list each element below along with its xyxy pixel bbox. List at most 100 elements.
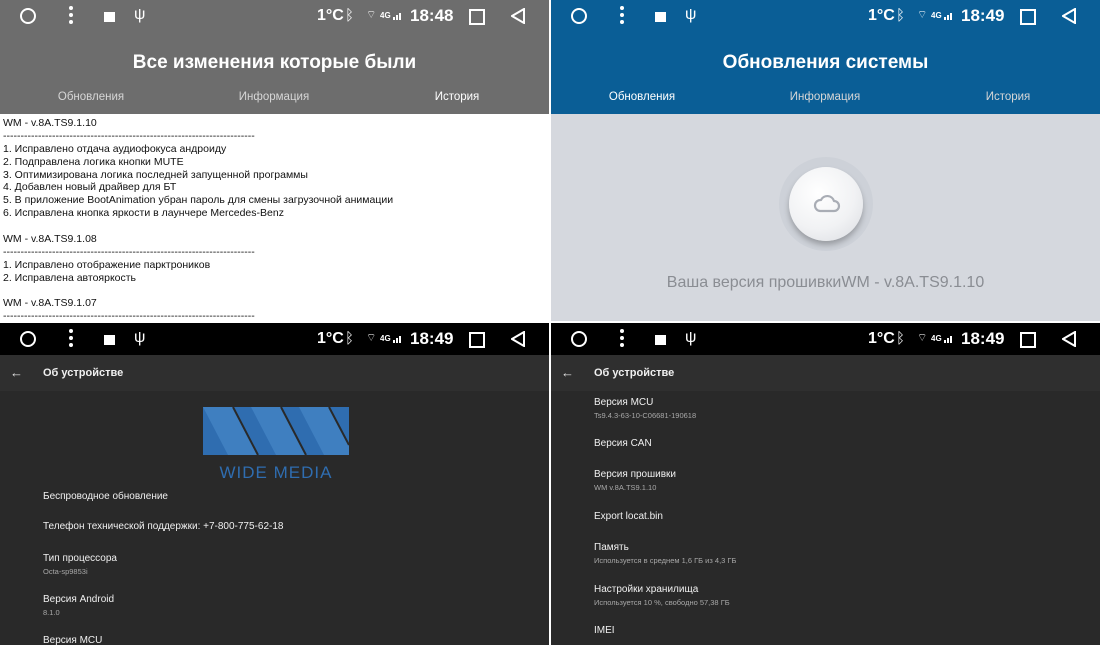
- item-title: Память: [594, 542, 629, 553]
- item-title: IMEI: [594, 625, 615, 636]
- home-circle-icon[interactable]: [20, 331, 36, 347]
- item-title: Тип процессора: [43, 553, 117, 564]
- usb-icon: ψ: [685, 329, 697, 346]
- firmware-version-item[interactable]: Версия прошивки WM v.8A.TS9.1.10: [594, 469, 676, 492]
- more-vert-icon[interactable]: [69, 6, 73, 26]
- tab-history[interactable]: История: [933, 91, 1083, 103]
- item-title: Версия MCU: [43, 635, 103, 645]
- item-title: Версия Android: [43, 594, 115, 605]
- item-title: Беспроводное обновление: [43, 491, 168, 502]
- item-subtitle: Ts9.4.3-63-10-C06681-190618: [594, 411, 697, 420]
- back-triangle-icon[interactable]: [1062, 8, 1076, 24]
- recents-icon[interactable]: [469, 9, 485, 25]
- changelog-line: WM - v.8A.TS9.1.07: [3, 297, 97, 310]
- tab-info[interactable]: Информация: [750, 91, 900, 103]
- changelog-line: WM - v.8A.TS9.1.10: [3, 117, 97, 129]
- page-title: Все изменения которые были: [132, 52, 417, 73]
- changelog-text: WM - v.8A.TS9.1.10 ----------------------…: [3, 117, 543, 321]
- signal-icon: [944, 336, 952, 343]
- home-circle-icon[interactable]: [571, 8, 587, 24]
- memory-item[interactable]: Память Используется в среднем 1,6 ГБ из …: [594, 542, 736, 565]
- image-notification-icon: [655, 335, 666, 345]
- history-screen: ψ 1°C ᛒ ⌔ 4G 18:48 Все изменения которые…: [0, 0, 549, 321]
- more-vert-icon[interactable]: [69, 329, 73, 349]
- image-notification-icon: [655, 12, 666, 22]
- network-type: 4G: [380, 334, 391, 343]
- mcu-version-item[interactable]: Версия MCU Ts9.4.3-63-10-C06681-190618: [594, 397, 696, 420]
- item-title: Версия MCU: [594, 397, 654, 408]
- back-arrow-icon[interactable]: ←: [561, 365, 574, 380]
- home-circle-icon[interactable]: [571, 331, 587, 347]
- check-update-button[interactable]: [779, 157, 873, 251]
- usb-icon: ψ: [134, 329, 146, 346]
- changelog-line: 2. Исправлена автояркость: [3, 271, 137, 284]
- can-version-item[interactable]: Версия CAN: [594, 438, 652, 449]
- back-triangle-icon[interactable]: [511, 8, 525, 24]
- android-version-item[interactable]: Версия Android 8.1.0: [43, 594, 114, 617]
- separator-line: ----------------------------------------…: [3, 129, 255, 142]
- clock: 18:48: [410, 6, 454, 25]
- processor-type-item[interactable]: Тип процессора Octa-sp9853i: [43, 553, 117, 576]
- storage-settings-item[interactable]: Настройки хранилища Используется 10 %, с…: [594, 584, 730, 607]
- recents-icon[interactable]: [469, 332, 485, 348]
- item-subtitle: Используется в среднем 1,6 ГБ из 4,3 ГБ: [594, 556, 737, 565]
- changelog-line: 1. Исправлено отображение парктроников: [3, 258, 211, 271]
- status-bar: ψ 1°C ᛒ ⌔ 4G 18:49: [551, 0, 1100, 32]
- back-triangle-icon[interactable]: [511, 331, 525, 347]
- mcu-version-item[interactable]: Версия MCU: [43, 635, 102, 645]
- tab-updates[interactable]: Обновления: [567, 91, 717, 103]
- page-title: Об устройстве: [43, 367, 124, 379]
- app-header: Обновления системы Обновления Информация…: [551, 32, 1100, 114]
- tab-updates[interactable]: Обновления: [16, 91, 166, 103]
- cloud-icon: [813, 194, 841, 213]
- network-type: 4G: [380, 11, 391, 20]
- network-type: 4G: [931, 334, 942, 343]
- changelog-line: 5. В приложение BootAnimation убран паро…: [3, 194, 394, 207]
- more-vert-icon[interactable]: [620, 329, 624, 349]
- item-title: Телефон технической поддержки: +7-800-77…: [43, 521, 284, 532]
- app-bar: ← Об устройстве: [551, 355, 1100, 391]
- usb-icon: ψ: [685, 6, 697, 23]
- status-bar: ψ 1°C ᛒ ⌔ 4G 18:48: [0, 0, 549, 32]
- system-update-screen: ψ 1°C ᛒ ⌔ 4G 18:49 Обновления системы Об…: [551, 0, 1100, 321]
- changelog-line: 1. Исправлено отдача аудиофокуса андроид…: [3, 142, 227, 155]
- wireless-update-item[interactable]: Беспроводное обновление: [43, 491, 168, 502]
- clock: 18:49: [961, 329, 1005, 348]
- more-vert-icon[interactable]: [620, 6, 624, 26]
- changelog-line: 6. Исправлена кнопка яркости в лаунчере …: [3, 207, 284, 220]
- item-title: Версия прошивки: [594, 469, 676, 480]
- status-bar: ψ 1°C ᛒ ⌔ 4G 18:49: [0, 323, 549, 355]
- back-arrow-icon[interactable]: ←: [10, 365, 23, 380]
- changelog-line: 4. Добавлен новый драйвер для БТ: [3, 181, 177, 194]
- tab-history[interactable]: История: [382, 91, 532, 103]
- support-phone-item[interactable]: Телефон технической поддержки: +7-800-77…: [43, 521, 283, 532]
- item-title: Настройки хранилища: [594, 584, 699, 595]
- signal-icon: [393, 336, 401, 343]
- recents-icon[interactable]: [1020, 332, 1036, 348]
- clock: 18:49: [410, 329, 454, 348]
- imei-item[interactable]: IMEI: [594, 625, 615, 636]
- changelog-line: 2. Подправлена логика кнопки MUTE: [3, 155, 184, 168]
- item-subtitle: Используется 10 %, свободно 57,38 ГБ: [594, 598, 730, 607]
- tab-info[interactable]: Информация: [199, 91, 349, 103]
- signal-icon: [944, 13, 952, 20]
- bluetooth-icon: ᛒ: [345, 330, 355, 347]
- export-locat-item[interactable]: Export locat.bin: [594, 511, 663, 522]
- separator-line: ----------------------------------------…: [3, 245, 255, 258]
- status-bar: ψ 1°C ᛒ ⌔ 4G 18:49: [551, 323, 1100, 355]
- about-device-screen-scrolled: ψ 1°C ᛒ ⌔ 4G 18:49 ← Об устройстве Верси…: [551, 323, 1100, 645]
- recents-icon[interactable]: [1020, 9, 1036, 25]
- network-type: 4G: [931, 11, 942, 20]
- clock: 18:49: [961, 6, 1005, 25]
- item-title: Export locat.bin: [594, 511, 663, 522]
- changelog-line: 3. Оптимизирована логика последней запущ…: [3, 168, 308, 181]
- item-subtitle: 8.1.0: [43, 608, 60, 617]
- back-triangle-icon[interactable]: [1062, 331, 1076, 347]
- item-subtitle: Octa-sp9853i: [43, 567, 88, 576]
- home-circle-icon[interactable]: [20, 8, 36, 24]
- usb-icon: ψ: [134, 6, 146, 23]
- wifi-icon: ⌔: [366, 9, 377, 21]
- image-notification-icon: [104, 12, 115, 22]
